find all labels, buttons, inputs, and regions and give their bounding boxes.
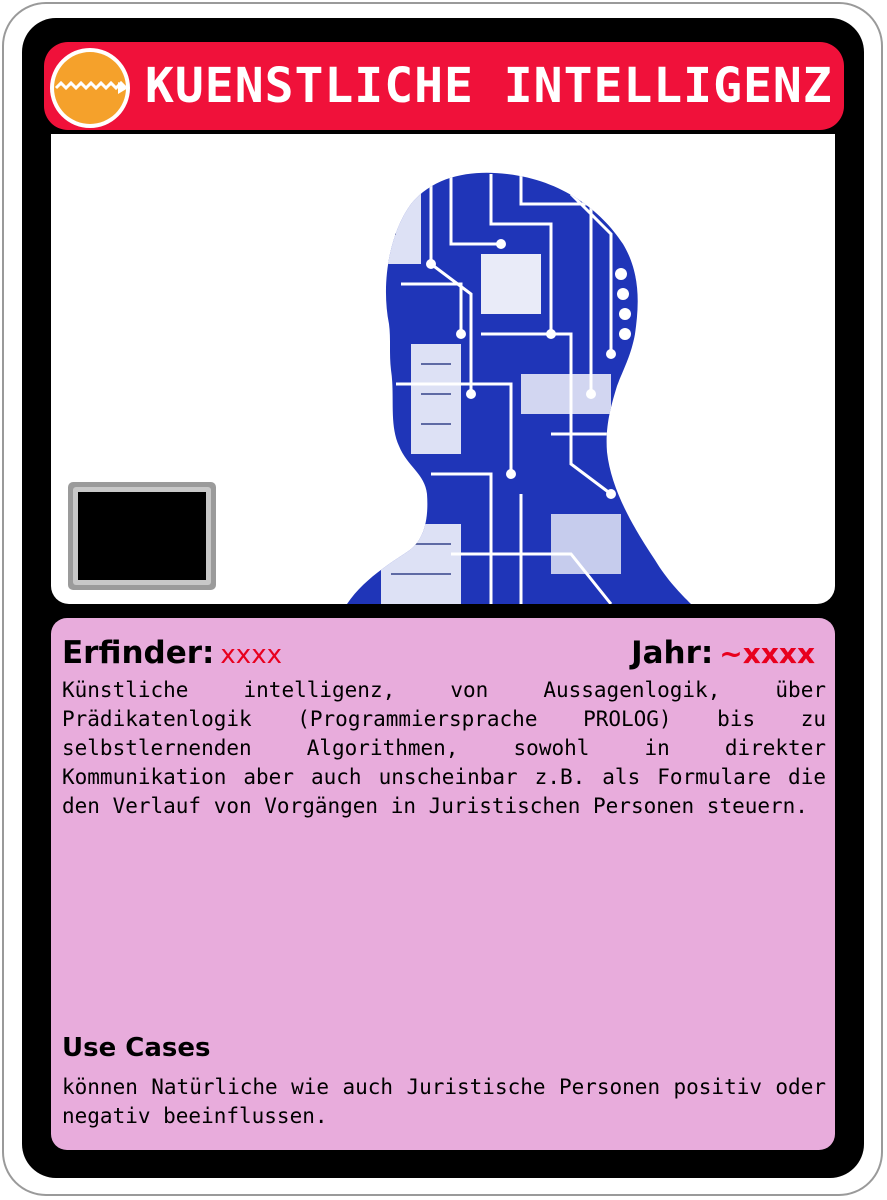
use-cases-text: können Natürliche wie auch Juristische P… bbox=[62, 1075, 826, 1128]
card-title: KUENSTLICHE INTELLIGENZ bbox=[145, 58, 833, 114]
inventor-label: Erfinder: bbox=[62, 635, 215, 671]
year-row: Jahr: ~xxxx bbox=[631, 632, 815, 675]
use-cases-heading: Use Cases bbox=[62, 1033, 211, 1063]
description-text: Künstliche intelligenz, von Aussagenlogi… bbox=[62, 678, 826, 818]
inventor-value: xxxx bbox=[220, 640, 282, 670]
inventor-row: Erfinder: xxxx bbox=[62, 632, 282, 676]
memory-chip-icon bbox=[68, 482, 216, 590]
year-value: ~xxxx bbox=[719, 637, 815, 670]
orange-zigzag-badge-icon bbox=[48, 46, 132, 130]
year-label: Jahr: bbox=[631, 635, 714, 671]
